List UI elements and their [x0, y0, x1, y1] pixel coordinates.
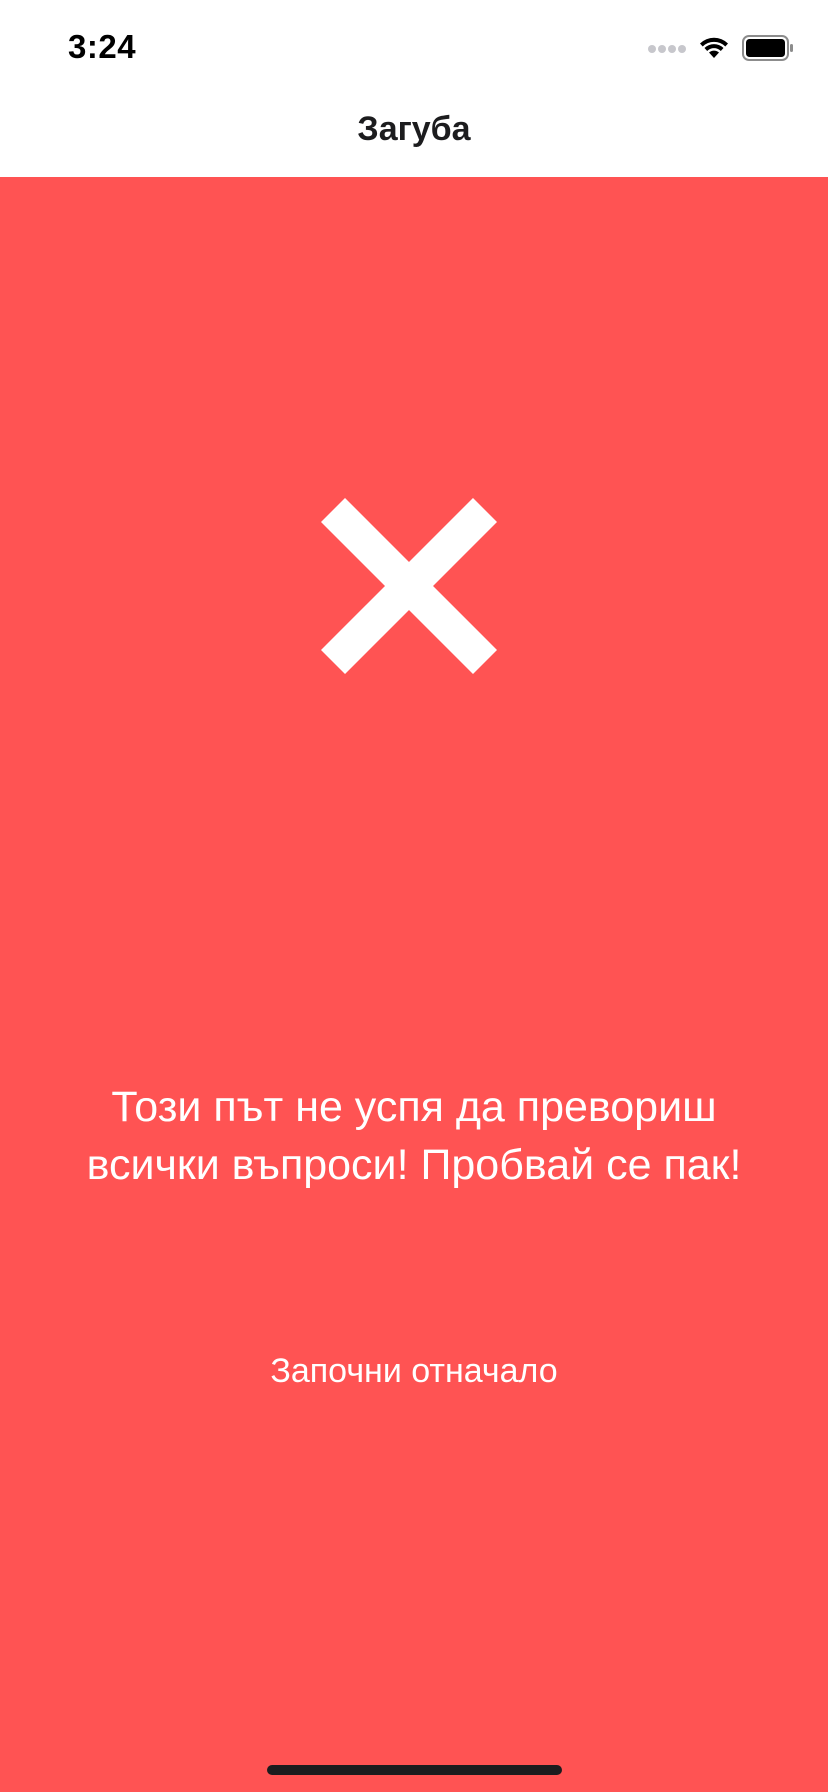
home-indicator[interactable] [267, 1765, 562, 1775]
status-bar: 3:24 [0, 0, 828, 100]
navigation-bar: Загуба [0, 100, 828, 177]
page-title: Загуба [357, 110, 471, 148]
close-x-icon [320, 497, 498, 675]
status-time: 3:24 [68, 28, 137, 65]
signal-dots-icon [648, 41, 686, 59]
restart-button[interactable]: Започни отначало [214, 1341, 614, 1401]
wifi-icon [698, 36, 730, 65]
battery-icon [742, 34, 794, 66]
result-message: Този път не успя да превориш всички въпр… [86, 1083, 742, 1189]
status-icons [648, 34, 794, 66]
result-panel: Този път не успя да превориш всички въпр… [0, 177, 828, 1792]
